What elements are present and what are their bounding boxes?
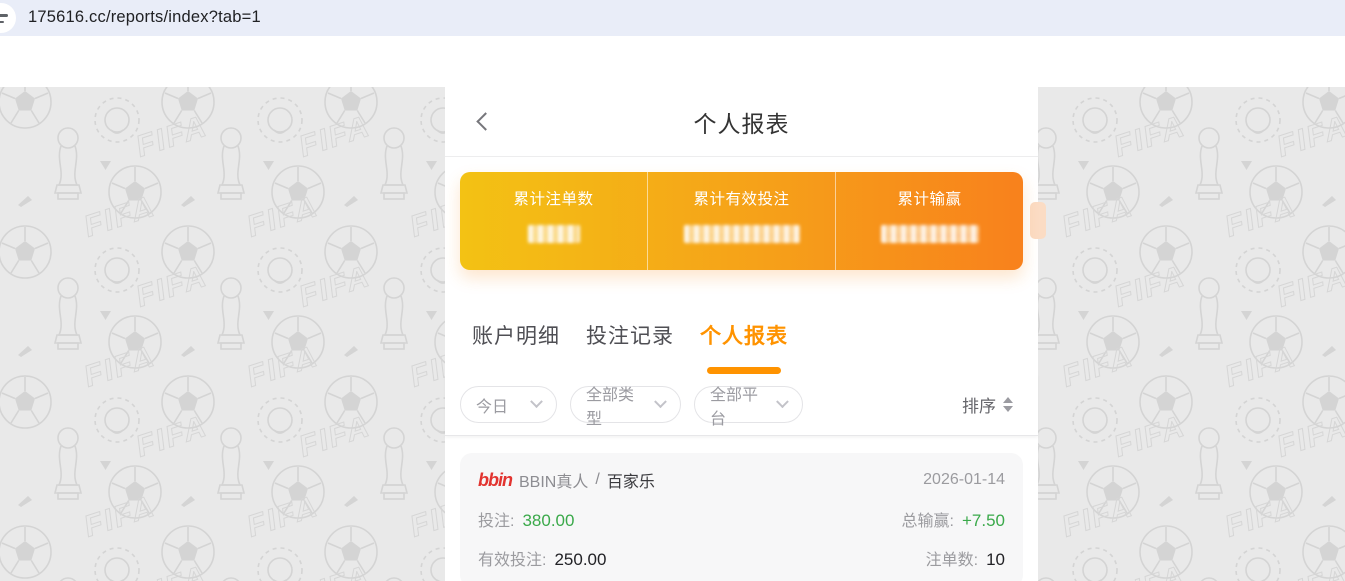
stat-total-valid-bets: 累计有效投注	[647, 172, 835, 270]
tab-bar: 账户明细 投注记录 个人报表	[445, 323, 1038, 374]
bbin-logo: bbin	[478, 470, 512, 491]
stat-total-winloss: 累计输赢	[835, 172, 1023, 270]
game-name: 百家乐	[607, 468, 655, 492]
chevron-down-icon	[654, 395, 667, 408]
browser-url-bar[interactable]: 175616.cc/reports/index?tab=1	[0, 0, 1345, 36]
winloss-amount: 总输赢: +7.50	[902, 507, 1005, 531]
carousel-next-card-peek[interactable]	[1030, 202, 1046, 239]
tab-personal-report[interactable]: 个人报表	[700, 323, 788, 374]
chevron-down-icon	[776, 395, 788, 407]
filter-bar: 今日 全部类型 全部平台 排序	[445, 374, 1038, 436]
sort-arrows-icon	[1003, 397, 1013, 412]
stat-label: 累计注单数	[513, 187, 593, 209]
masked-value	[684, 225, 800, 243]
provider-name: BBIN真人	[519, 468, 588, 492]
tab-account-details[interactable]: 账户明细	[472, 323, 560, 374]
filter-date-dropdown[interactable]: 今日	[460, 386, 557, 423]
site-favicon-icon	[0, 3, 16, 33]
filter-platform-dropdown[interactable]: 全部平台	[694, 386, 803, 423]
bet-amount: 投注: 380.00	[478, 507, 574, 531]
summary-stats-card: 累计注单数 累计有效投注 累计输赢	[460, 172, 1023, 270]
sort-control[interactable]: 排序	[962, 392, 1013, 417]
url-text[interactable]: 175616.cc/reports/index?tab=1	[28, 8, 261, 27]
page-title: 个人报表	[694, 105, 790, 139]
masked-value	[881, 225, 979, 243]
record-date: 2026-01-14	[923, 471, 1005, 489]
record-list: bbin BBIN真人 / 百家乐 2026-01-14 投注: 380.00 …	[445, 436, 1038, 581]
bet-count: 注单数: 10	[926, 546, 1005, 570]
active-tab-underline	[707, 367, 781, 374]
chevron-left-icon	[476, 112, 494, 130]
page-header: 个人报表	[445, 87, 1038, 157]
back-button[interactable]	[471, 110, 497, 136]
record-title: bbin BBIN真人 / 百家乐	[478, 468, 655, 492]
tab-bet-records[interactable]: 投注记录	[586, 323, 674, 374]
stat-label: 累计输赢	[897, 187, 961, 209]
stat-total-bets: 累计注单数	[460, 172, 647, 270]
stat-label: 累计有效投注	[693, 187, 789, 209]
masked-value	[528, 225, 580, 243]
valid-bet-amount: 有效投注: 250.00	[478, 546, 606, 570]
summary-section: 累计注单数 累计有效投注 累计输赢	[445, 157, 1038, 285]
filter-type-dropdown[interactable]: 全部类型	[570, 386, 681, 423]
browser-white-strip	[0, 36, 1345, 87]
report-panel: 个人报表 累计注单数 累计有效投注 累计输赢 账户	[445, 87, 1038, 581]
screen: 175616.cc/reports/index?tab=1	[0, 0, 1345, 581]
record-card[interactable]: bbin BBIN真人 / 百家乐 2026-01-14 投注: 380.00 …	[460, 453, 1023, 581]
chevron-down-icon	[530, 395, 543, 408]
